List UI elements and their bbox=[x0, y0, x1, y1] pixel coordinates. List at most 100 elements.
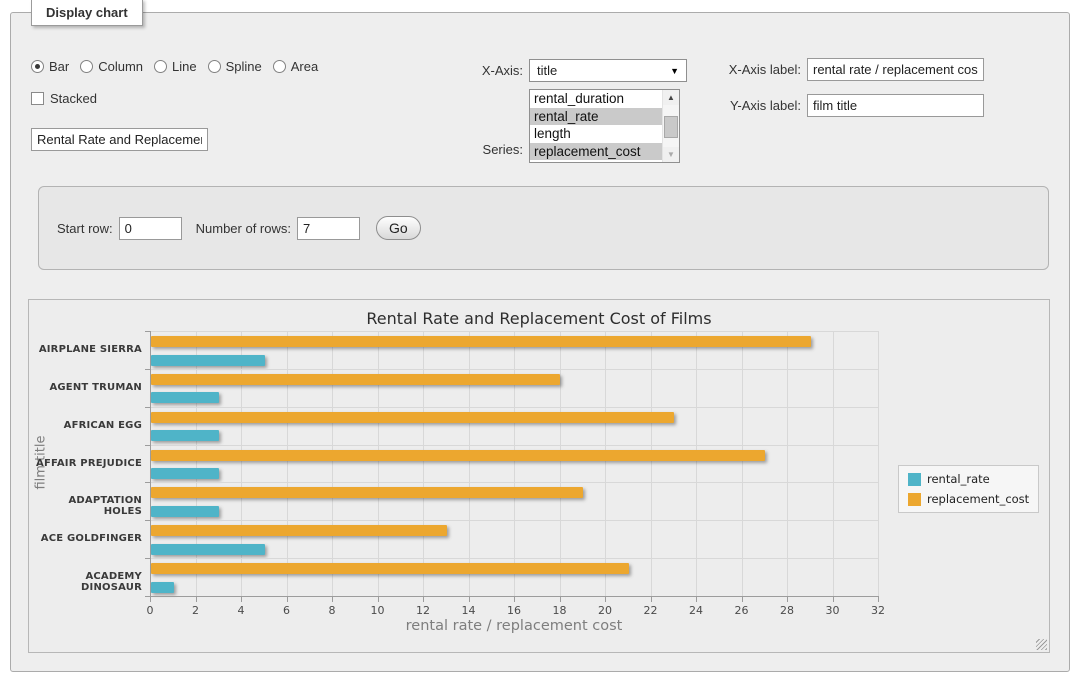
series-listbox[interactable]: rental_durationrental_ratelengthreplacem… bbox=[529, 89, 680, 163]
x-axis-label-caption: X-Axis label: bbox=[716, 62, 801, 77]
radio-icon bbox=[31, 60, 44, 73]
scroll-down-icon[interactable]: ▼ bbox=[663, 147, 679, 162]
radio-icon bbox=[80, 60, 93, 73]
x-tick-label: 0 bbox=[135, 604, 165, 617]
x-tick-mark bbox=[241, 597, 242, 602]
bar-replacement_cost bbox=[151, 374, 560, 385]
bar-replacement_cost bbox=[151, 336, 811, 347]
bar-replacement_cost bbox=[151, 525, 447, 536]
chart-type-radio-bar[interactable]: Bar bbox=[31, 59, 69, 74]
gridline bbox=[196, 331, 197, 596]
gridline bbox=[423, 331, 424, 596]
panel-title: Display chart bbox=[31, 0, 143, 26]
chart-title-input[interactable] bbox=[31, 128, 208, 151]
x-axis-selected-value: title bbox=[537, 63, 557, 78]
gridline bbox=[742, 331, 743, 596]
x-tick-label: 14 bbox=[454, 604, 484, 617]
gridline bbox=[696, 331, 697, 596]
chart-container: Rental Rate and Replacement Cost of Film… bbox=[28, 299, 1050, 653]
gridline bbox=[150, 558, 878, 559]
x-tick-mark bbox=[287, 597, 288, 602]
series-option-length[interactable]: length bbox=[530, 125, 662, 143]
bar-rental_rate bbox=[151, 392, 219, 403]
bar-rental_rate bbox=[151, 544, 265, 555]
gridline bbox=[787, 331, 788, 596]
radio-label: Line bbox=[172, 59, 197, 74]
scrollbar-thumb[interactable] bbox=[664, 116, 678, 138]
x-tick-label: 18 bbox=[545, 604, 575, 617]
x-tick-mark bbox=[469, 597, 470, 602]
number-of-rows-input[interactable] bbox=[297, 217, 360, 240]
x-tick-mark bbox=[696, 597, 697, 602]
radio-label: Area bbox=[291, 59, 318, 74]
legend-swatch bbox=[908, 493, 921, 506]
category-label: AGENT TRUMAN bbox=[32, 382, 142, 393]
go-button[interactable]: Go bbox=[376, 216, 421, 240]
gridline bbox=[150, 331, 878, 332]
category-label: AFRICAN EGG bbox=[32, 420, 142, 431]
chart-type-radio-column[interactable]: Column bbox=[80, 59, 143, 74]
gridline bbox=[514, 331, 515, 596]
x-tick-label: 12 bbox=[408, 604, 438, 617]
series-option-rental_rate[interactable]: rental_rate bbox=[530, 108, 662, 126]
display-chart-panel: Display chart BarColumnLineSplineArea St… bbox=[10, 12, 1070, 672]
number-of-rows-label: Number of rows: bbox=[196, 221, 291, 236]
x-tick-mark bbox=[833, 597, 834, 602]
x-tick-label: 8 bbox=[317, 604, 347, 617]
legend-label: replacement_cost bbox=[927, 492, 1029, 506]
x-tick-mark bbox=[514, 597, 515, 602]
gridline bbox=[605, 331, 606, 596]
gridline bbox=[651, 331, 652, 596]
x-tick-label: 24 bbox=[681, 604, 711, 617]
x-tick-mark bbox=[787, 597, 788, 602]
legend-item[interactable]: replacement_cost bbox=[908, 492, 1029, 506]
chart-type-radio-spline[interactable]: Spline bbox=[208, 59, 262, 74]
x-tick-label: 6 bbox=[272, 604, 302, 617]
gridline bbox=[833, 331, 834, 596]
resize-handle-icon[interactable] bbox=[1036, 639, 1047, 650]
gridline bbox=[287, 331, 288, 596]
x-tick-mark bbox=[605, 597, 606, 602]
chart-legend: rental_rate replacement_cost bbox=[898, 465, 1039, 513]
x-tick-mark bbox=[150, 597, 151, 602]
bar-rental_rate bbox=[151, 468, 219, 479]
y-axis-label-caption: Y-Axis label: bbox=[716, 98, 801, 113]
legend-swatch bbox=[908, 473, 921, 486]
chart-title: Rental Rate and Replacement Cost of Film… bbox=[29, 309, 1049, 328]
stacked-checkbox[interactable]: Stacked bbox=[31, 91, 97, 106]
x-tick-mark bbox=[560, 597, 561, 602]
legend-label: rental_rate bbox=[927, 472, 990, 486]
bar-rental_rate bbox=[151, 430, 219, 441]
scroll-up-icon[interactable]: ▲ bbox=[663, 90, 679, 105]
radio-label: Column bbox=[98, 59, 143, 74]
x-tick-mark bbox=[378, 597, 379, 602]
series-option-replacement_cost[interactable]: replacement_cost bbox=[530, 143, 662, 161]
x-tick-label: 30 bbox=[818, 604, 848, 617]
gridline bbox=[469, 331, 470, 596]
x-axis-label-row: X-Axis label: bbox=[716, 58, 984, 81]
chart-type-radio-area[interactable]: Area bbox=[273, 59, 318, 74]
chart-type-radio-line[interactable]: Line bbox=[154, 59, 197, 74]
listbox-scrollbar[interactable]: ▲ ▼ bbox=[662, 90, 679, 162]
series-option-rental_duration[interactable]: rental_duration bbox=[530, 90, 662, 108]
gridline bbox=[150, 482, 878, 483]
plot-area: 02468101214161820222426283032AIRPLANE SI… bbox=[150, 331, 878, 596]
bar-replacement_cost bbox=[151, 487, 583, 498]
x-axis-label-input[interactable] bbox=[807, 58, 984, 81]
chart-type-radio-group: Bar Column Line Spline Area bbox=[31, 59, 318, 74]
bar-rental_rate bbox=[151, 355, 265, 366]
x-axis-select[interactable]: title ▼ bbox=[529, 59, 687, 82]
gridline bbox=[332, 331, 333, 596]
bar-rental_rate bbox=[151, 582, 174, 593]
radio-label: Spline bbox=[226, 59, 262, 74]
legend-item[interactable]: rental_rate bbox=[908, 472, 1029, 486]
y-axis-label-input[interactable] bbox=[807, 94, 984, 117]
series-select-label: Series: bbox=[431, 142, 523, 157]
radio-icon bbox=[154, 60, 167, 73]
x-tick-mark bbox=[423, 597, 424, 602]
start-row-input[interactable] bbox=[119, 217, 182, 240]
radio-icon bbox=[273, 60, 286, 73]
gridline bbox=[378, 331, 379, 596]
bar-replacement_cost bbox=[151, 563, 629, 574]
x-axis-select-label: X-Axis: bbox=[431, 63, 523, 78]
